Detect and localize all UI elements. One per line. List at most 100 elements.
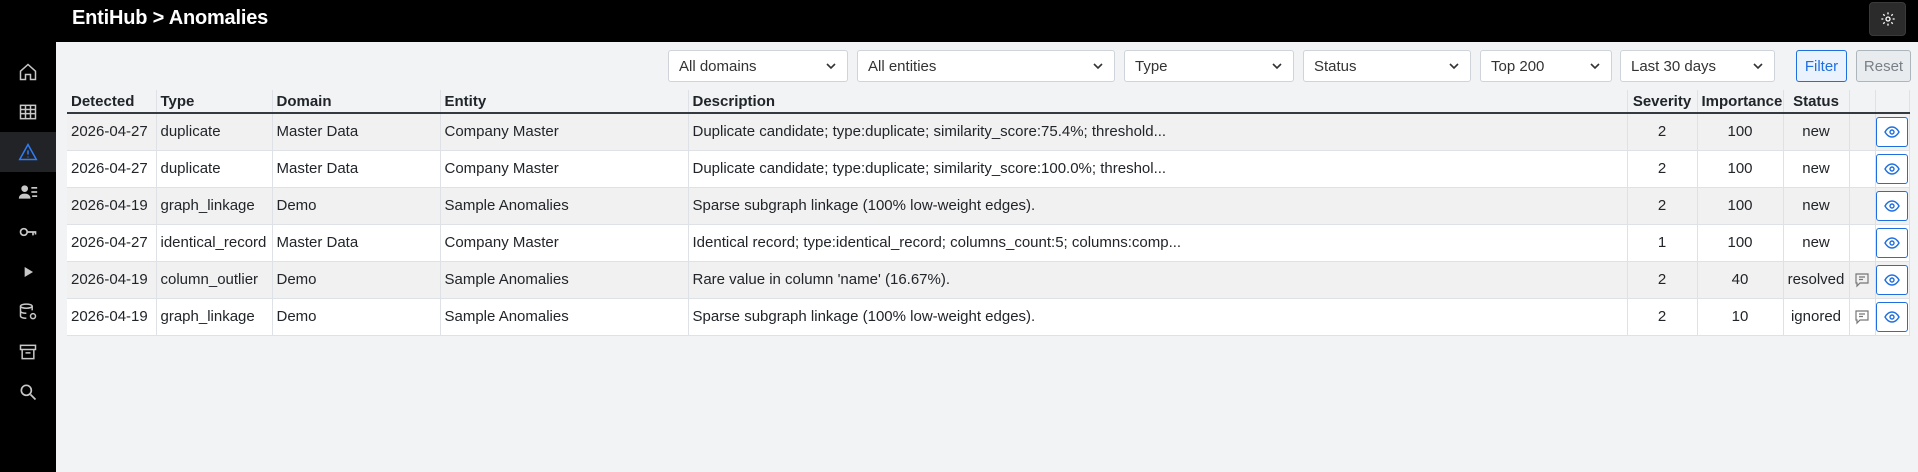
top-bar: EntiHub > Anomalies [0, 0, 1918, 42]
people-list-icon [18, 185, 38, 199]
table-row[interactable]: 2026-04-27 duplicate Master Data Company Ma… [67, 113, 1910, 151]
sidebar-item-keys[interactable] [0, 212, 56, 252]
cell-status: new [1783, 224, 1850, 262]
cell-comment [1849, 113, 1876, 151]
cell-domain: Master Data [272, 150, 441, 188]
comment-icon[interactable] [1854, 272, 1870, 288]
cell-status: new [1783, 187, 1850, 225]
cell-actions [1875, 298, 1910, 336]
cell-severity: 2 [1627, 261, 1698, 299]
filter-button[interactable]: Filter [1796, 50, 1847, 82]
cell-entity: Sample Anomalies [440, 187, 689, 225]
sidebar-item-tables[interactable] [0, 92, 56, 132]
eye-icon [1884, 162, 1900, 175]
cell-detected: 2026-04-27 [67, 224, 157, 262]
cell-entity: Company Master [440, 224, 689, 262]
comment-icon[interactable] [1854, 309, 1870, 325]
table-row[interactable]: 2026-04-27 duplicate Master Data Company Ma… [67, 150, 1910, 188]
cell-status: resolved [1783, 261, 1850, 299]
period-select-value: Last 30 days [1631, 57, 1717, 75]
cell-domain: Master Data [272, 224, 441, 262]
cell-severity: 2 [1627, 298, 1698, 336]
gear-icon [1880, 12, 1895, 26]
view-button[interactable] [1876, 301, 1908, 332]
column-header-description[interactable]: Description [688, 90, 1628, 114]
view-button[interactable] [1876, 264, 1908, 295]
column-header-type[interactable]: Type [156, 90, 273, 114]
cell-actions [1875, 261, 1910, 299]
type-select-value: Type [1135, 57, 1168, 75]
column-header-detected[interactable]: Detected [67, 90, 157, 114]
sidebar-item-run[interactable] [0, 252, 56, 292]
cell-type: graph_linkage [156, 298, 273, 336]
column-header-severity[interactable]: Severity [1627, 90, 1698, 114]
type-select[interactable]: Type [1124, 50, 1294, 82]
cell-severity: 2 [1627, 187, 1698, 225]
sidebar-item-anomalies[interactable] [0, 132, 56, 172]
database-settings-icon [19, 303, 37, 320]
view-button[interactable] [1876, 153, 1908, 184]
table-row[interactable]: 2026-04-19 column_outlier Demo Sample Anoma… [67, 261, 1910, 299]
eye-icon [1884, 310, 1900, 323]
archive-icon [19, 344, 37, 360]
cell-actions [1875, 113, 1910, 151]
settings-button[interactable] [1869, 2, 1906, 36]
cell-severity: 1 [1627, 224, 1698, 262]
cell-actions [1875, 150, 1910, 188]
column-header-status[interactable]: Status [1783, 90, 1850, 114]
cell-detected: 2026-04-19 [67, 261, 157, 299]
top-select[interactable]: Top 200 [1480, 50, 1612, 82]
cell-description: Sparse subgraph linkage (100% low-weight… [688, 187, 1628, 225]
view-button[interactable] [1876, 190, 1908, 221]
cell-description: Rare value in column 'name' (16.67%). [688, 261, 1628, 299]
chevron-down-icon [1093, 63, 1103, 70]
cell-domain: Demo [272, 187, 441, 225]
view-button[interactable] [1876, 227, 1908, 258]
chevron-down-icon [1449, 63, 1459, 70]
column-header-entity[interactable]: Entity [440, 90, 689, 114]
table-header-row: Detected Type Domain Entity Description … [67, 90, 1910, 114]
eye-icon [1884, 126, 1900, 138]
cell-comment [1849, 298, 1876, 336]
sidebar-item-home[interactable] [0, 52, 56, 92]
cell-description: Sparse subgraph linkage (100% low-weight… [688, 298, 1628, 336]
cell-importance: 100 [1697, 224, 1784, 262]
cell-type: duplicate [156, 150, 273, 188]
cell-importance: 100 [1697, 150, 1784, 188]
table-row[interactable]: 2026-04-19 graph_linkage Demo Sample Anomal… [67, 187, 1910, 225]
cell-importance: 10 [1697, 298, 1784, 336]
entity-select[interactable]: All entities [857, 50, 1115, 82]
cell-severity: 2 [1627, 113, 1698, 151]
table-row[interactable]: 2026-04-27 identical_record Master Data Com… [67, 224, 1910, 262]
cell-description: Duplicate candidate; type:duplicate; sim… [688, 150, 1628, 188]
column-header-comment [1849, 90, 1876, 114]
cell-domain: Master Data [272, 113, 441, 151]
period-select[interactable]: Last 30 days [1620, 50, 1775, 82]
sidebar-item-datasources[interactable] [0, 292, 56, 332]
status-select-value: Status [1314, 57, 1357, 75]
search-icon [20, 384, 37, 401]
chevron-down-icon [1590, 63, 1600, 70]
cell-type: column_outlier [156, 261, 273, 299]
reset-button[interactable]: Reset [1856, 50, 1911, 82]
sidebar [0, 42, 56, 472]
column-header-domain[interactable]: Domain [272, 90, 441, 114]
cell-entity: Company Master [440, 150, 689, 188]
cell-status: new [1783, 113, 1850, 151]
domain-select[interactable]: All domains [668, 50, 848, 82]
page-title: EntiHub > Anomalies [72, 7, 269, 29]
chevron-down-icon [826, 63, 836, 70]
cell-importance: 100 [1697, 187, 1784, 225]
status-select[interactable]: Status [1303, 50, 1471, 82]
sidebar-item-search[interactable] [0, 372, 56, 412]
eye-icon [1884, 273, 1900, 286]
view-button[interactable] [1876, 116, 1908, 147]
sidebar-item-archive[interactable] [0, 332, 56, 372]
column-header-actions [1875, 90, 1910, 114]
sidebar-item-people[interactable] [0, 172, 56, 212]
cell-severity: 2 [1627, 150, 1698, 188]
cell-description: Duplicate candidate; type:duplicate; sim… [688, 113, 1628, 151]
table-row[interactable]: 2026-04-19 graph_linkage Demo Sample Anomal… [67, 298, 1910, 336]
cell-entity: Company Master [440, 113, 689, 151]
column-header-importance[interactable]: Importance [1697, 90, 1784, 114]
